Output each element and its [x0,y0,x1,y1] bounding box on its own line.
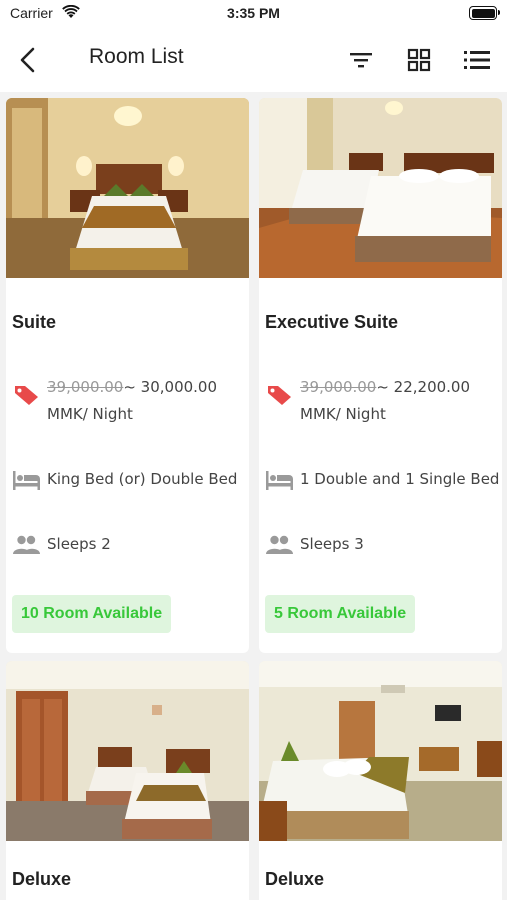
list-view-icon[interactable] [462,45,492,75]
page-title: Room List [89,45,184,68]
bed-icon [266,471,293,490]
room-grid: Suite 39,000.00~ 30,000.00 MMK/ Night Ki… [0,92,507,900]
filter-icon[interactable] [346,45,376,75]
room-photo [6,661,249,841]
room-name: Deluxe [12,869,72,889]
nav-bar: Room List [0,28,507,92]
room-card[interactable]: Suite 39,000.00~ 30,000.00 MMK/ Night Ki… [6,98,249,653]
sleeps-row: Sleeps 3 [265,531,364,558]
original-price: 39,000.00 [300,378,377,396]
bed-row: King Bed (or) Double Bed [12,466,237,493]
room-name: Executive Suite [265,312,399,332]
back-arrow-icon[interactable] [14,45,44,75]
people-icon [266,535,293,554]
bed-type: 1 Double and 1 Single Bed [300,470,500,488]
sleeps-row: Sleeps 2 [12,531,111,558]
price-row: 39,000.00~ 22,200.00 MMK/ Night [265,374,497,428]
room-card[interactable]: Deluxe [6,661,249,900]
price-tag-icon [268,386,291,405]
price-row: 39,000.00~ 30,000.00 MMK/ Night [12,374,244,428]
availability-badge: 10 Room Available [12,595,172,633]
price-tag-icon [15,386,38,405]
room-card[interactable]: Executive Suite 39,000.00~ 22,200.00 MMK… [259,98,502,653]
people-icon [13,535,40,554]
status-bar: Carrier 3:35 PM [0,0,507,28]
room-name: Suite [12,312,57,332]
availability-badge: 5 Room Available [265,595,416,633]
room-photo [6,98,249,278]
room-photo [259,661,502,841]
room-name: Deluxe [265,869,325,889]
bed-icon [13,471,40,490]
room-photo [259,98,502,278]
bed-type: King Bed (or) Double Bed [47,470,238,488]
clock: 3:35 PM [227,5,280,21]
battery-icon [469,6,500,20]
sleeps-count: Sleeps 2 [47,535,111,553]
sleeps-count: Sleeps 3 [300,535,364,553]
room-card[interactable]: Deluxe [259,661,502,900]
bed-row: 1 Double and 1 Single Bed [265,466,499,493]
original-price: 39,000.00 [47,378,124,396]
grid-view-icon[interactable] [404,45,434,75]
